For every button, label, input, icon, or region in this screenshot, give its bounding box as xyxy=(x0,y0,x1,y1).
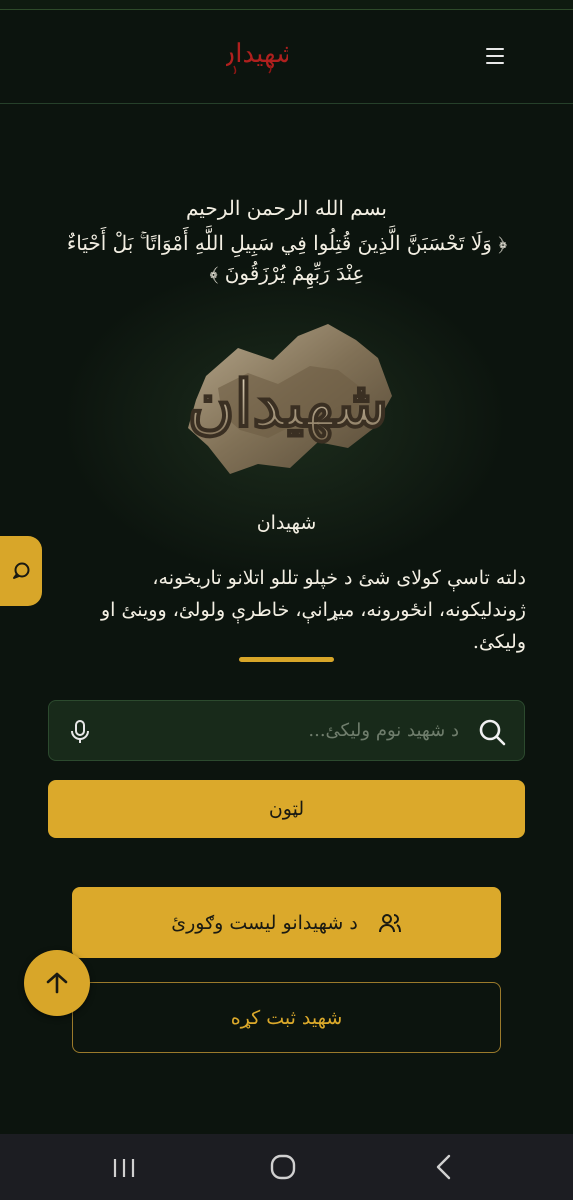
search-input[interactable] xyxy=(109,701,459,760)
arrow-up-icon xyxy=(46,972,68,994)
search-icon[interactable] xyxy=(478,718,506,746)
back-icon[interactable] xyxy=(434,1154,454,1180)
chat-bubble-icon xyxy=(13,562,30,579)
android-navigation-bar xyxy=(0,1134,573,1200)
register-martyr-label: شهید ثبت کړه xyxy=(230,1006,343,1029)
site-logo[interactable]: شهیدان xyxy=(226,32,288,74)
hero-logo-image: شهیدان xyxy=(187,324,392,474)
gold-divider xyxy=(239,657,334,662)
scroll-to-top-button[interactable] xyxy=(24,950,90,1016)
search-submit-button[interactable]: لټون xyxy=(48,780,525,838)
home-icon[interactable] xyxy=(270,1154,296,1180)
bismillah-text: بسم الله الرحمن الرحیم xyxy=(185,196,387,220)
register-martyr-button[interactable]: شهید ثبت کړه xyxy=(72,982,501,1053)
chat-button[interactable] xyxy=(0,536,42,606)
svg-text:شهیدان: شهیدان xyxy=(226,39,288,69)
svg-text:شهیدان: شهیدان xyxy=(188,367,389,443)
recent-apps-icon[interactable] xyxy=(111,1158,137,1178)
view-martyrs-list-label: د شهیدانو لیست وګورئ xyxy=(171,911,358,934)
search-box xyxy=(48,700,525,761)
site-description: دلته تاسې کولای شئ د خپلو تللو اتلانو تا… xyxy=(100,567,526,653)
site-name: شهیدان xyxy=(256,512,317,534)
hamburger-menu-icon[interactable] xyxy=(480,44,510,68)
site-header: شهیدان xyxy=(0,10,573,104)
microphone-icon[interactable] xyxy=(69,719,91,745)
view-martyrs-list-button[interactable]: د شهیدانو لیست وګورئ xyxy=(72,887,501,958)
users-icon xyxy=(378,913,401,932)
quran-verse: ﴿ وَلَا تَحْسَبَنَّ الَّذِينَ قُتِلُوا ف… xyxy=(66,231,508,285)
top-accent-bar xyxy=(0,0,573,10)
